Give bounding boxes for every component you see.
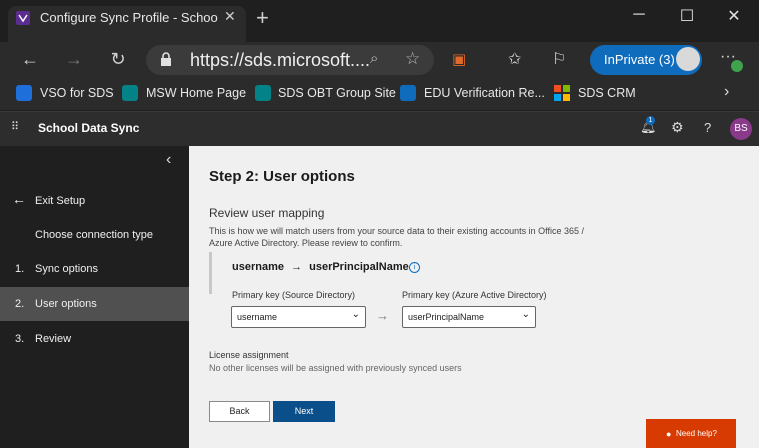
vso-icon [16, 85, 32, 101]
sidebar-item-label: Choose connection type [35, 229, 154, 241]
favorite-link[interactable]: SDS OBT Group Site [278, 86, 396, 100]
tab-close-icon[interactable]: ✕ [224, 8, 236, 25]
exit-setup-label: Exit Setup [35, 195, 86, 207]
lock-icon [161, 52, 171, 66]
need-help-button[interactable]: ● Need help? [646, 419, 736, 448]
description-text: This is how we will match users from you… [209, 226, 584, 236]
update-badge-icon [731, 60, 743, 72]
new-tab-icon[interactable]: + [256, 7, 269, 29]
sidebar-item-label: User options [35, 298, 97, 310]
sidebar-item-number: 3. [15, 333, 25, 345]
refresh-icon[interactable]: ↻ [104, 49, 132, 70]
chevron-down-icon: ⌄ [351, 309, 360, 320]
help-icon[interactable]: ? [704, 120, 711, 135]
info-icon[interactable]: i [409, 262, 420, 273]
sharepoint-icon [122, 85, 138, 101]
maximize-icon[interactable]: ☐ [664, 6, 710, 26]
favorite-link[interactable]: SDS CRM [578, 86, 636, 100]
arrow-left-icon: ← [12, 191, 26, 207]
description-text: Azure Active Directory. Please review to… [209, 238, 403, 248]
minimize-icon[interactable]: ─ [616, 6, 662, 24]
url-text: https://sds.microsoft.... [190, 50, 371, 70]
pk-target-select[interactable]: userPrincipalName ⌄ [402, 306, 536, 328]
app-launcher-icon[interactable]: ⠿ [11, 120, 20, 133]
feedback-icon[interactable]: ⚐ [552, 49, 566, 69]
favorite-link[interactable]: EDU Verification Re... [424, 86, 545, 100]
favorite-star-icon[interactable]: ☆ [405, 49, 420, 69]
section-heading: Review user mapping [209, 206, 325, 220]
favorite-link[interactable]: MSW Home Page [146, 86, 246, 100]
mapping-summary: username → userPrincipalName [232, 261, 409, 273]
tab-title: Configure Sync Profile - School D [40, 10, 218, 25]
pk-source-label: Primary key (Source Directory) [232, 290, 356, 300]
office-icon[interactable]: ▣ [452, 50, 466, 68]
license-text: No other licenses will be assigned with … [209, 363, 462, 373]
forward-nav-icon[interactable]: → [60, 49, 88, 70]
arrow-right-icon: → [291, 261, 303, 273]
sidebar-item-review[interactable]: 3. Review [0, 322, 189, 356]
chevron-right-icon[interactable]: › [724, 83, 729, 101]
sidebar-item-label: Review [35, 333, 72, 345]
back-button[interactable]: Back [209, 401, 270, 422]
mapping-target: userPrincipalName [309, 261, 409, 273]
notification-count-badge: 1 [646, 116, 655, 125]
app-title: School Data Sync [38, 121, 140, 135]
pk-target-label: Primary key (Azure Active Directory) [402, 290, 547, 300]
pk-target-value: userPrincipalName [408, 312, 485, 322]
mapping-accent-bar [209, 252, 212, 294]
sharepoint-icon [255, 85, 271, 101]
sidebar-item-user-options[interactable]: 2. User options [0, 287, 189, 321]
back-nav-icon[interactable]: ← [16, 49, 44, 70]
exit-setup-link[interactable]: ← Exit Setup [0, 184, 189, 218]
profile-avatar-icon[interactable] [676, 47, 700, 71]
sidebar-item-choose-connection[interactable]: Choose connection type [0, 218, 189, 252]
pk-source-value: username [237, 312, 278, 322]
tab-favicon-icon [16, 11, 30, 25]
devops-icon [400, 85, 416, 101]
license-heading: License assignment [209, 350, 289, 360]
favorites-icon[interactable]: ✩ [508, 49, 521, 69]
sidebar-item-label: Sync options [35, 263, 98, 275]
gear-icon[interactable]: ⚙ [671, 119, 684, 136]
microsoft-logo-icon [554, 85, 570, 101]
collapse-chevron-icon[interactable]: ‹ [166, 151, 171, 169]
inprivate-label: InPrivate (3) [604, 52, 675, 67]
next-button[interactable]: Next [273, 401, 335, 422]
need-help-label: Need help? [676, 429, 717, 438]
help-chat-icon: ● [666, 429, 672, 439]
sidebar-item-sync-options[interactable]: 1. Sync options [0, 252, 189, 286]
page-title: Step 2: User options [209, 168, 355, 185]
sidebar-item-number: 1. [15, 263, 25, 275]
arrow-right-icon: → [376, 308, 389, 323]
close-window-icon[interactable]: ✕ [711, 6, 757, 26]
zoom-search-icon[interactable]: ⌕ [370, 50, 378, 67]
chevron-down-icon: ⌄ [521, 309, 530, 320]
favorite-link[interactable]: VSO for SDS [40, 86, 114, 100]
mapping-source: username [232, 261, 284, 273]
sidebar-item-number: 2. [15, 298, 25, 310]
pk-source-select[interactable]: username ⌄ [231, 306, 366, 328]
user-avatar[interactable]: BS [730, 118, 752, 140]
